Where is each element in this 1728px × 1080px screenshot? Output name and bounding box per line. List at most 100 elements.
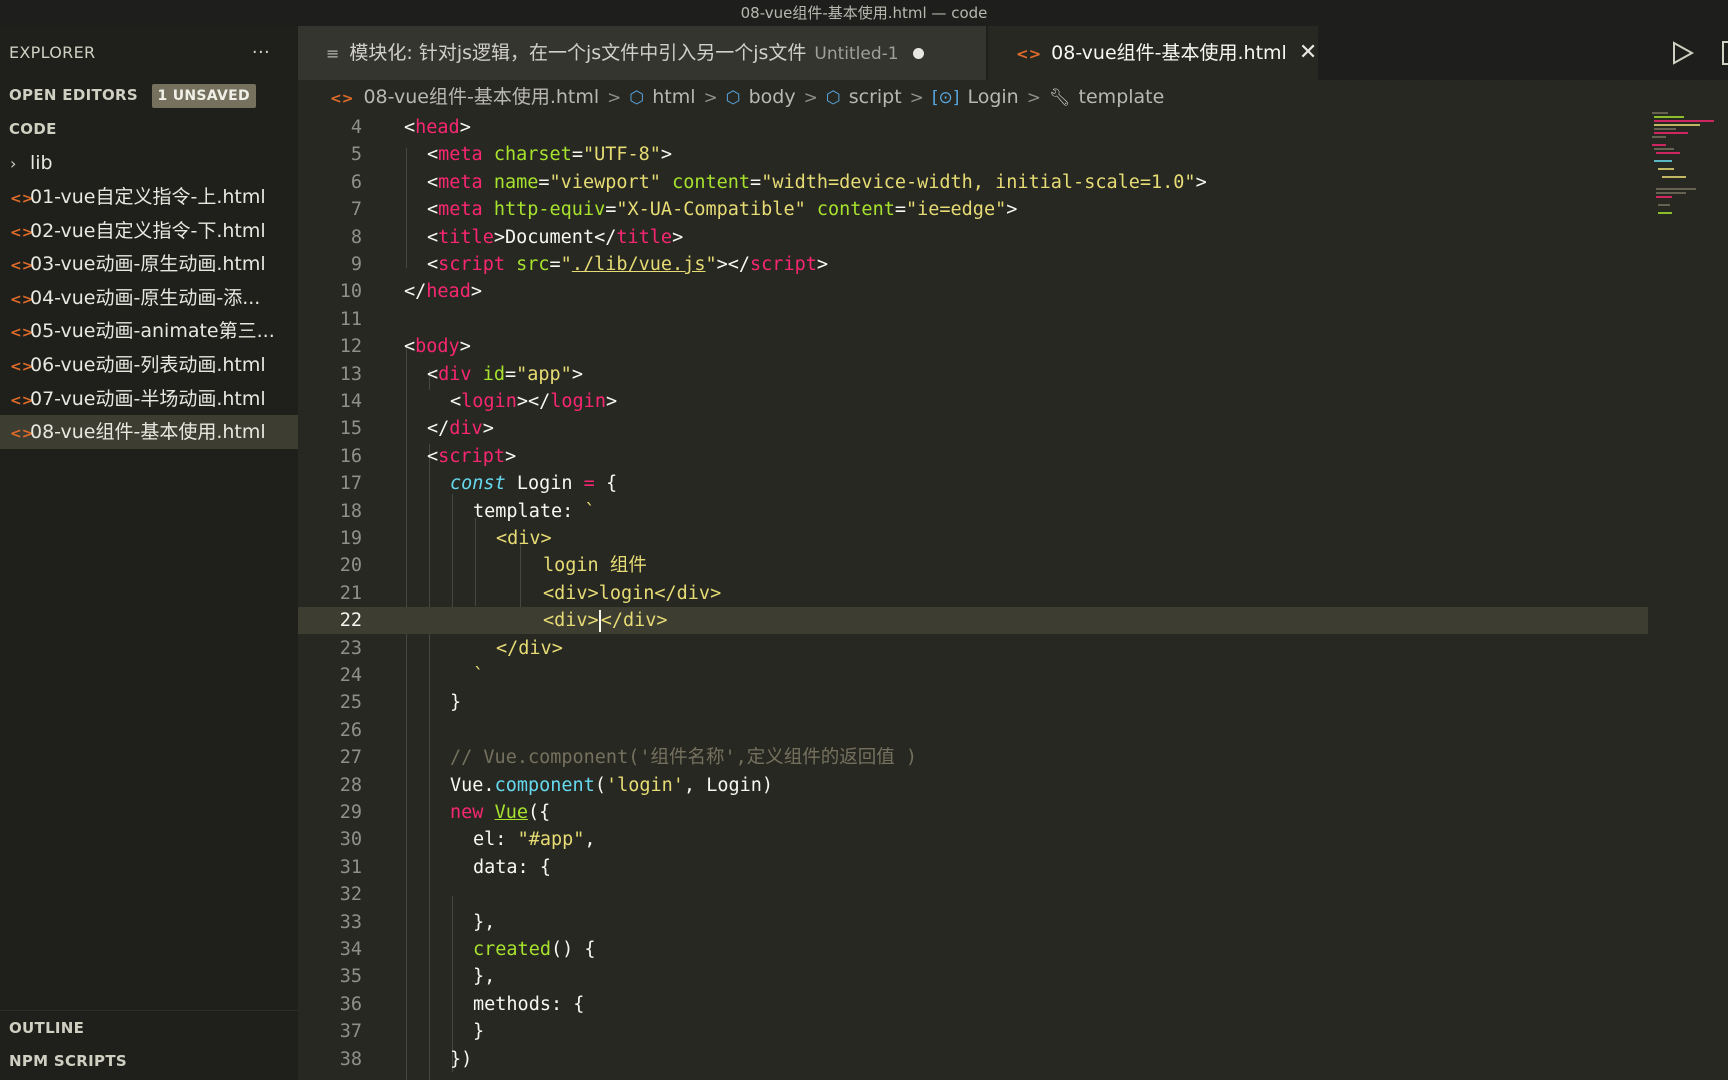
breadcrumb-item-template[interactable]: 🔧︎ template bbox=[1049, 86, 1164, 108]
open-editors-header[interactable]: OPEN EDITORS 1 UNSAVED bbox=[0, 78, 298, 112]
code-line[interactable]: 15 </div> bbox=[298, 415, 1648, 442]
explorer-title: EXPLORER bbox=[9, 43, 96, 62]
code-line[interactable]: 5 <meta charset="UTF-8"> bbox=[298, 141, 1648, 168]
tab-active-file[interactable]: <> 08-vue组件-基本使用.html ✕ bbox=[988, 26, 1318, 80]
tab-label: 08-vue组件-基本使用.html bbox=[1051, 42, 1287, 64]
code-line-current[interactable]: 22 <div> </div> bbox=[298, 607, 1648, 634]
wrench-icon: 🔧︎ bbox=[1048, 88, 1071, 108]
line-number: 36 bbox=[339, 994, 362, 1015]
line-number: 15 bbox=[339, 418, 362, 439]
code-line[interactable]: 18 template: ` bbox=[298, 498, 1648, 525]
breadcrumb-item-login[interactable]: [⊙] Login bbox=[932, 86, 1019, 108]
code-line[interactable]: 13 <div id="app"> bbox=[298, 361, 1648, 388]
chevron-right-icon: > bbox=[703, 88, 718, 108]
file-item[interactable]: <>01-vue自定义指令-上.html bbox=[0, 180, 298, 214]
code-line[interactable]: 28 Vue.component('login', Login) bbox=[298, 772, 1648, 799]
unsaved-dot-icon[interactable] bbox=[912, 48, 924, 59]
line-number: 22 bbox=[339, 610, 362, 631]
code-line[interactable]: 17 const Login = { bbox=[298, 470, 1648, 497]
text-file-icon: ≡ bbox=[326, 44, 340, 63]
code-line[interactable]: 11 bbox=[298, 306, 1648, 333]
outline-header[interactable]: OUTLINE bbox=[0, 1010, 298, 1044]
code-line[interactable]: 7 <meta http-equiv="X-UA-Compatible" cont… bbox=[298, 196, 1648, 223]
code-line[interactable]: 34 created() { bbox=[298, 936, 1648, 963]
code-line[interactable]: 16 <script> bbox=[298, 443, 1648, 470]
breadcrumb-item-html[interactable]: ⬡ html bbox=[629, 86, 695, 108]
code-editor[interactable]: 4 <head> 5 <meta charset="UTF-8"> 6 <meta n… bbox=[298, 114, 1728, 1080]
line-number: 37 bbox=[339, 1021, 362, 1042]
breadcrumb-item-script[interactable]: ⬡ script bbox=[826, 86, 902, 108]
cube-icon: ⬡ bbox=[629, 88, 645, 108]
tab-untitled[interactable]: ≡ 模块化: 针对js逻辑，在一个js文件中引入另一个js文件 Untitled-1 bbox=[298, 26, 986, 80]
code-line[interactable]: 26 bbox=[298, 717, 1648, 744]
breadcrumb-item-body[interactable]: ⬡ body bbox=[726, 86, 796, 108]
file-item-active[interactable]: <>08-vue组件-基本使用.html bbox=[0, 415, 298, 449]
code-line[interactable]: 36 methods: { bbox=[298, 991, 1648, 1018]
code-line[interactable]: 33}, bbox=[298, 909, 1648, 936]
code-line[interactable]: 10 </head> bbox=[298, 278, 1648, 305]
breadcrumb-item-file[interactable]: <> 08-vue组件-基本使用.html bbox=[330, 86, 599, 108]
breadcrumb-label: html bbox=[652, 86, 696, 108]
tab-label: 模块化: 针对js逻辑，在一个js文件中引入另一个js文件 bbox=[349, 42, 807, 64]
line-number: 26 bbox=[339, 720, 362, 741]
file-item[interactable]: <>06-vue动画-列表动画.html bbox=[0, 348, 298, 382]
file-item[interactable]: <>07-vue动画-半场动画.html bbox=[0, 382, 298, 416]
code-line[interactable]: 27// Vue.component('组件名称',定义组件的返回值 ) bbox=[298, 744, 1648, 771]
file-item[interactable]: <>02-vue自定义指令-下.html bbox=[0, 214, 298, 248]
code-line[interactable]: 21 <div>login</div> bbox=[298, 580, 1648, 607]
line-number: 7 bbox=[350, 199, 362, 220]
code-line[interactable]: 23 </div> bbox=[298, 635, 1648, 662]
more-actions-icon[interactable]: ··· bbox=[252, 36, 270, 70]
chevron-right-icon: > bbox=[1026, 88, 1041, 108]
code-line[interactable]: 35}, bbox=[298, 963, 1648, 990]
line-number: 29 bbox=[339, 802, 362, 823]
code-line[interactable]: 4 <head> bbox=[298, 114, 1648, 141]
file-item[interactable]: <>04-vue动画-原生动画-添... bbox=[0, 281, 298, 315]
minimap[interactable] bbox=[1650, 110, 1720, 230]
line-number: 16 bbox=[339, 446, 362, 467]
html-file-icon: <> bbox=[1016, 45, 1042, 63]
code-line[interactable]: 20 login 组件 bbox=[298, 552, 1648, 579]
line-number: 31 bbox=[339, 857, 362, 878]
breadcrumb-label: body bbox=[748, 86, 796, 108]
folder-header-code[interactable]: CODE bbox=[0, 112, 298, 146]
code-line[interactable]: 14 <login></login> bbox=[298, 388, 1648, 415]
file-item[interactable]: <>05-vue动画-animate第三... bbox=[0, 314, 298, 348]
file-label: 08-vue组件-基本使用.html bbox=[30, 421, 266, 443]
split-editor-icon[interactable] bbox=[1722, 41, 1728, 65]
code-line[interactable]: 38}) bbox=[298, 1046, 1648, 1073]
open-editors-title: OPEN EDITORS bbox=[9, 86, 138, 104]
code-line[interactable]: 8 <title>Document</title> bbox=[298, 224, 1648, 251]
close-icon[interactable]: ✕ bbox=[1299, 40, 1317, 65]
variable-icon: [⊙] bbox=[931, 88, 960, 108]
code-line[interactable]: 24 ` bbox=[298, 662, 1648, 689]
html-file-icon: <> bbox=[10, 426, 34, 442]
code-line[interactable]: 30 el: "#app", bbox=[298, 826, 1648, 853]
npm-scripts-header[interactable]: NPM SCRIPTS bbox=[0, 1044, 298, 1078]
folder-label: lib bbox=[30, 152, 53, 174]
code-line[interactable]: 37} bbox=[298, 1018, 1648, 1045]
html-file-icon: <> bbox=[10, 225, 34, 241]
line-number: 24 bbox=[339, 665, 362, 686]
html-file-icon: <> bbox=[10, 258, 34, 274]
code-line[interactable]: 32 bbox=[298, 881, 1648, 908]
code-line[interactable]: 29 new Vue({ bbox=[298, 799, 1648, 826]
code-line[interactable]: 12 <body> bbox=[298, 333, 1648, 360]
unsaved-badge: 1 UNSAVED bbox=[151, 84, 256, 108]
line-number: 14 bbox=[339, 391, 362, 412]
folder-item-lib[interactable]: › lib bbox=[0, 146, 298, 180]
line-number: 11 bbox=[339, 309, 362, 330]
file-item[interactable]: <>03-vue动画-原生动画.html bbox=[0, 247, 298, 281]
line-number: 12 bbox=[339, 336, 362, 357]
code-line[interactable]: 31 data: { bbox=[298, 854, 1648, 881]
code-line[interactable]: 25} bbox=[298, 689, 1648, 716]
code-line[interactable]: 9 <script src="./lib/vue.js"></script> bbox=[298, 251, 1648, 278]
line-number: 34 bbox=[339, 939, 362, 960]
chevron-right-icon: > bbox=[803, 88, 818, 108]
file-label: 04-vue动画-原生动画-添... bbox=[30, 287, 261, 309]
code-line[interactable]: 19 <div> bbox=[298, 525, 1648, 552]
line-number: 10 bbox=[339, 281, 362, 302]
code-line[interactable]: 6 <meta name="viewport" content="width=de… bbox=[298, 169, 1648, 196]
window-title: 08-vue组件-基本使用.html — code bbox=[0, 0, 1728, 26]
run-icon[interactable] bbox=[1670, 41, 1695, 65]
